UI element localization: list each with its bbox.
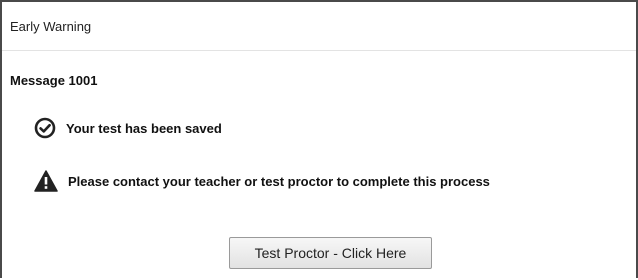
- saved-status-row: Your test has been saved: [34, 117, 222, 139]
- contact-warning-row: Please contact your teacher or test proc…: [34, 170, 490, 192]
- warning-triangle-icon: [34, 170, 58, 192]
- early-warning-dialog: Early Warning Message 1001 Your test has…: [0, 0, 638, 278]
- message-heading: Message 1001: [10, 73, 98, 88]
- saved-status-text: Your test has been saved: [66, 120, 222, 136]
- test-proctor-button[interactable]: Test Proctor - Click Here: [229, 237, 432, 269]
- dialog-title: Early Warning: [2, 2, 636, 51]
- check-circle-icon: [34, 117, 56, 139]
- contact-warning-text: Please contact your teacher or test proc…: [68, 173, 490, 189]
